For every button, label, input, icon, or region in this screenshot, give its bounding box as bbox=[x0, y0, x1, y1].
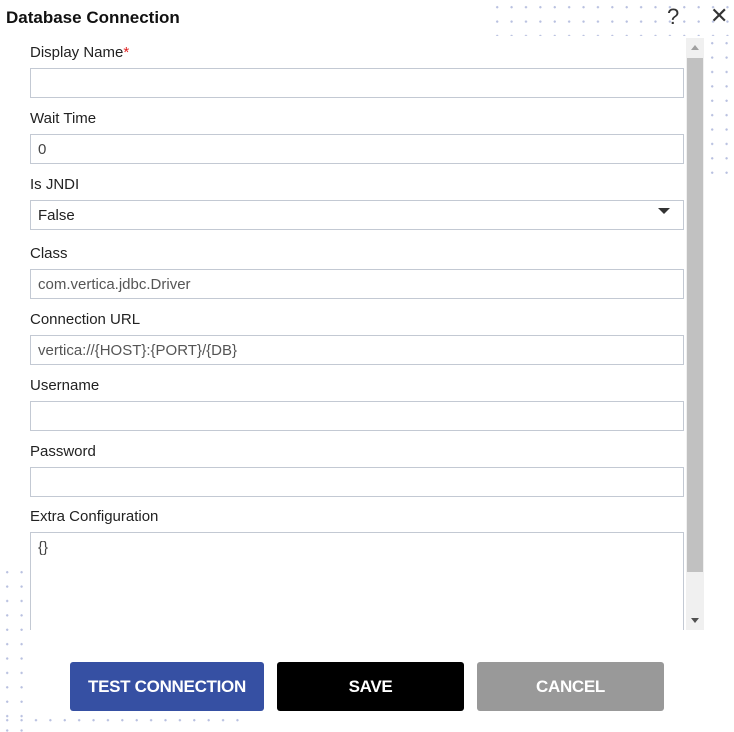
chevron-down-icon bbox=[658, 208, 670, 214]
display-name-input[interactable] bbox=[30, 68, 684, 98]
field-is-jndi: Is JNDI False bbox=[30, 176, 684, 230]
label-text: Display Name bbox=[30, 44, 124, 61]
field-wait-time: Wait Time 0 bbox=[30, 110, 684, 164]
is-jndi-select[interactable]: False bbox=[30, 200, 684, 230]
is-jndi-label: Is JNDI bbox=[30, 176, 80, 193]
field-username: Username bbox=[30, 377, 684, 431]
wait-time-label: Wait Time bbox=[30, 110, 97, 127]
decorative-dots-top bbox=[490, 0, 734, 36]
dialog-title: Database Connection bbox=[6, 8, 180, 27]
form-scroll-area: Display Name* Wait Time 0 Is JNDI False … bbox=[0, 38, 705, 630]
scrollbar-thumb[interactable] bbox=[687, 58, 703, 572]
save-button[interactable]: SAVE bbox=[277, 662, 464, 711]
connection-url-label: Connection URL bbox=[30, 311, 141, 328]
help-button[interactable]: ? bbox=[667, 4, 679, 30]
scroll-up-arrow-icon[interactable] bbox=[691, 45, 699, 50]
connection-url-input[interactable]: vertica://{HOST}:{PORT}/{DB} bbox=[30, 335, 684, 365]
cancel-button[interactable]: CANCEL bbox=[477, 662, 664, 711]
class-label: Class bbox=[30, 245, 68, 262]
scroll-down-arrow-icon[interactable] bbox=[691, 618, 699, 623]
test-connection-button[interactable]: TEST CONNECTION bbox=[70, 662, 264, 711]
field-class: Class com.vertica.jdbc.Driver bbox=[30, 245, 684, 299]
decorative-dots-right bbox=[705, 36, 734, 181]
scrollbar[interactable] bbox=[686, 38, 704, 630]
wait-time-input[interactable]: 0 bbox=[30, 134, 684, 164]
field-extra-configuration: Extra Configuration {} bbox=[30, 508, 684, 630]
field-display-name: Display Name* bbox=[30, 44, 684, 98]
display-name-label: Display Name* bbox=[30, 44, 684, 64]
class-input[interactable]: com.vertica.jdbc.Driver bbox=[30, 269, 684, 299]
required-mark: * bbox=[123, 44, 130, 61]
username-input[interactable] bbox=[30, 401, 684, 431]
password-label: Password bbox=[30, 443, 96, 460]
password-input[interactable] bbox=[30, 467, 684, 497]
username-label: Username bbox=[30, 377, 100, 394]
field-password: Password bbox=[30, 443, 684, 497]
extra-configuration-label: Extra Configuration bbox=[30, 508, 159, 525]
field-connection-url: Connection URL vertica://{HOST}:{PORT}/{… bbox=[30, 311, 684, 365]
decorative-dots-bottom bbox=[0, 713, 240, 732]
close-button[interactable]: ✕ bbox=[710, 3, 728, 29]
extra-configuration-textarea[interactable]: {} bbox=[30, 532, 684, 630]
